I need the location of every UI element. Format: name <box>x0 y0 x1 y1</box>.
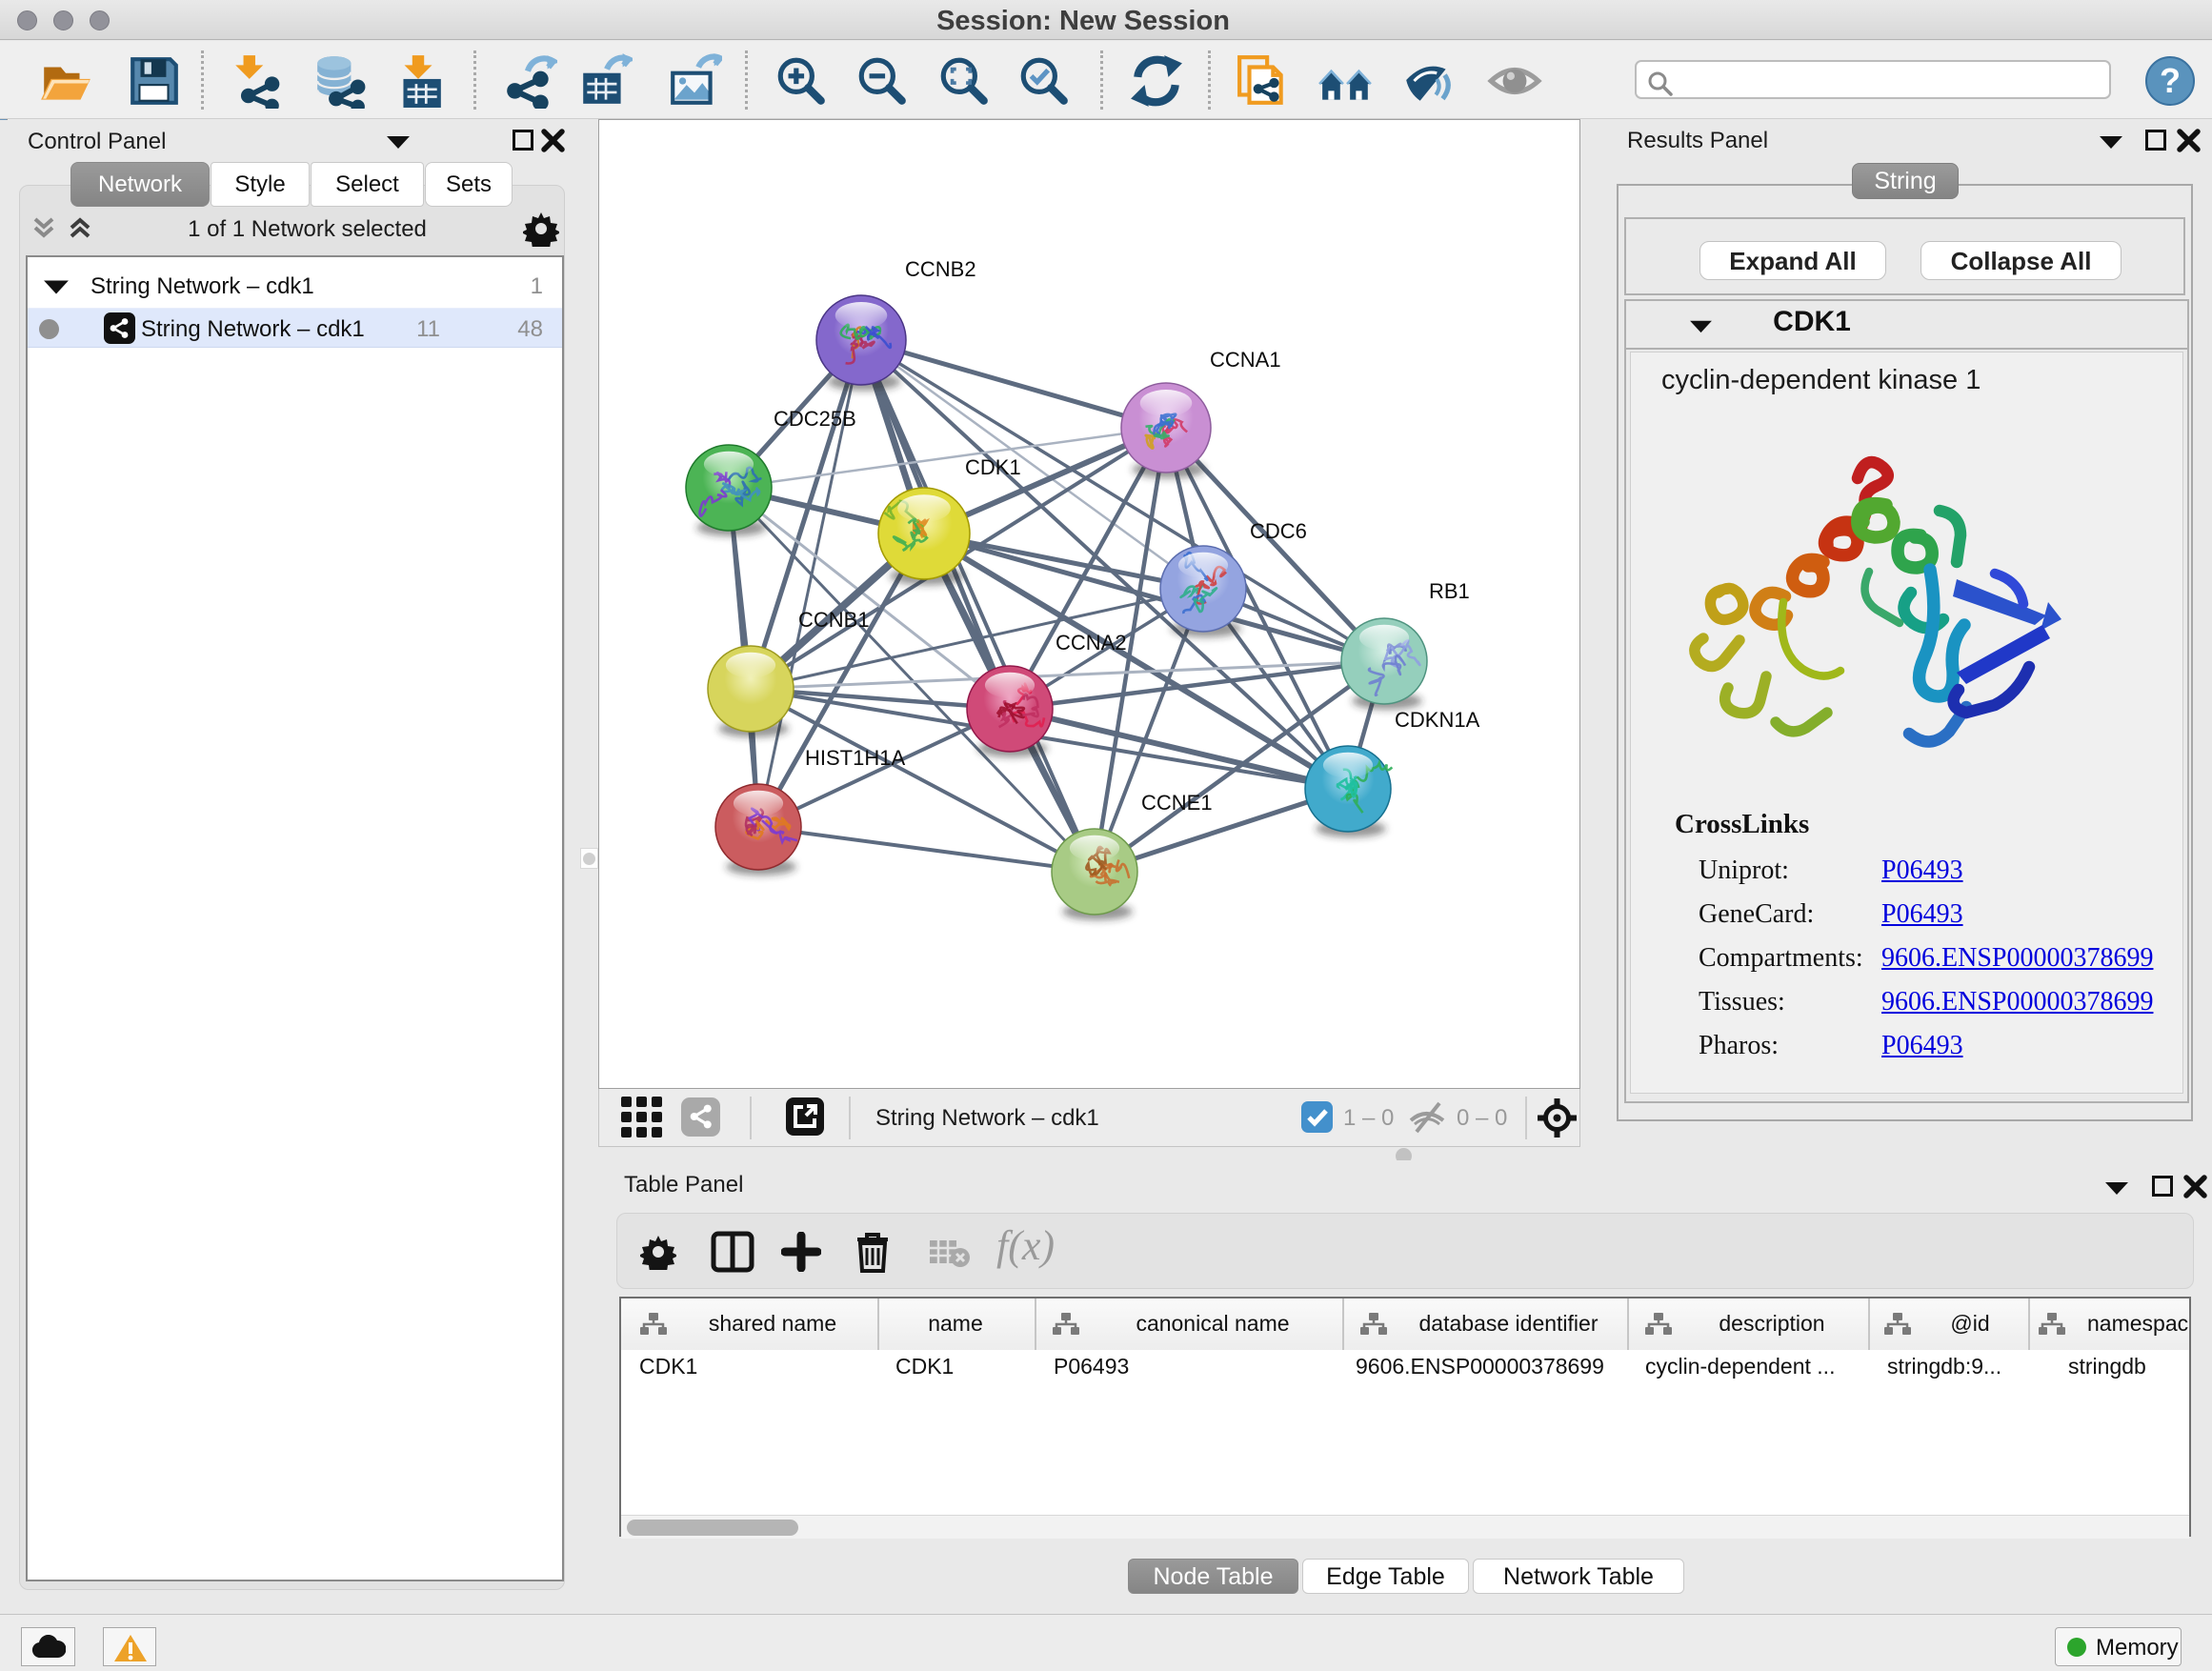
svg-text:HIST1H1A: HIST1H1A <box>805 746 905 770</box>
svg-text:CDC25B: CDC25B <box>774 407 856 431</box>
svg-text:CCNA2: CCNA2 <box>1056 631 1127 654</box>
svg-text:?: ? <box>2160 61 2181 100</box>
svg-text:CCNB1: CCNB1 <box>798 608 870 632</box>
svg-text:CDC6: CDC6 <box>1250 519 1307 543</box>
svg-text:CDKN1A: CDKN1A <box>1395 708 1480 732</box>
svg-text:CCNE1: CCNE1 <box>1141 791 1213 815</box>
svg-text:CDK1: CDK1 <box>965 455 1021 479</box>
svg-text:RB1: RB1 <box>1429 579 1470 603</box>
svg-text:CCNB2: CCNB2 <box>905 257 976 281</box>
svg-text:CCNA1: CCNA1 <box>1210 348 1281 372</box>
